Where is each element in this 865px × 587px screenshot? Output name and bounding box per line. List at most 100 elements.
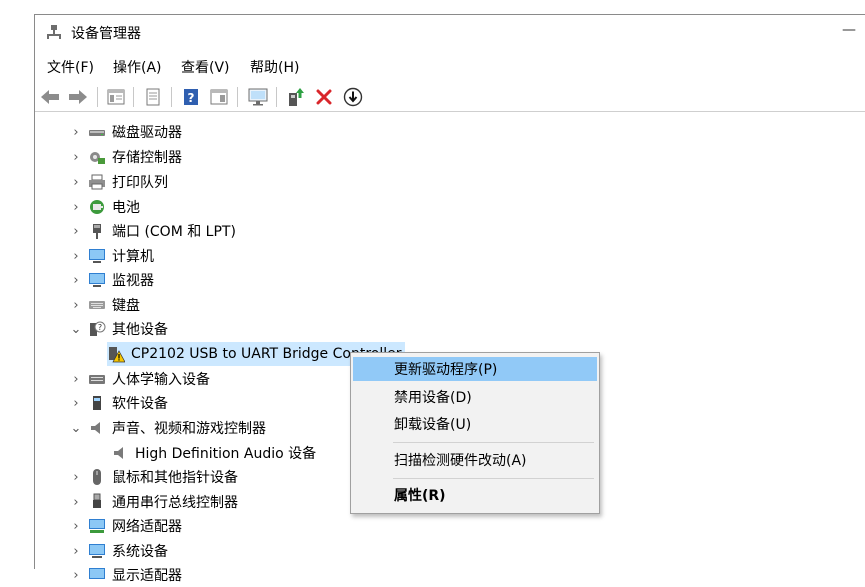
chevron-right-icon[interactable]: › bbox=[69, 224, 83, 239]
chevron-right-icon[interactable]: › bbox=[69, 470, 83, 485]
tree-item-keyboards[interactable]: › 键盘 bbox=[69, 293, 140, 317]
tree-item-system-devices[interactable]: › 系统设备 bbox=[69, 539, 168, 563]
tree-item-label: 打印队列 bbox=[112, 175, 168, 191]
context-menu: 更新驱动程序(P) 禁用设备(D) 卸载设备(U) 扫描检测硬件改动(A) 属性… bbox=[350, 352, 600, 514]
tree-item-network-adapters[interactable]: › 网络适配器 bbox=[69, 514, 182, 538]
network-adapter-icon bbox=[88, 517, 106, 535]
menu-item-disable-device[interactable]: 禁用设备(D) bbox=[353, 385, 597, 409]
toolbar-separator bbox=[276, 87, 277, 107]
show-hide-tree-icon[interactable] bbox=[105, 86, 127, 108]
tree-item-batteries[interactable]: › 电池 bbox=[69, 195, 140, 219]
menu-action[interactable]: 操作(A) bbox=[113, 57, 162, 77]
tree-item-computer[interactable]: › 计算机 bbox=[69, 244, 154, 268]
chevron-right-icon[interactable]: › bbox=[69, 568, 83, 583]
chevron-right-icon[interactable]: › bbox=[69, 249, 83, 264]
chevron-right-icon[interactable]: › bbox=[69, 544, 83, 559]
tree-item-label: 通用串行总线控制器 bbox=[112, 495, 238, 511]
chevron-right-icon[interactable]: › bbox=[69, 125, 83, 140]
menu-item-label: 扫描检测硬件改动(A) bbox=[394, 453, 527, 469]
scan-monitor-icon[interactable] bbox=[247, 86, 269, 108]
tree-item-label: 监视器 bbox=[112, 273, 154, 289]
tree-item-label: 计算机 bbox=[112, 249, 154, 265]
chevron-right-icon[interactable]: › bbox=[69, 495, 83, 510]
chevron-right-icon[interactable]: › bbox=[69, 396, 83, 411]
tree-item-label: 软件设备 bbox=[112, 396, 168, 412]
menu-item-label: 属性(R) bbox=[394, 488, 446, 504]
update-driver-icon[interactable] bbox=[285, 86, 307, 108]
usb-icon bbox=[88, 493, 106, 511]
toolbar-separator bbox=[237, 87, 238, 107]
tree-item-mice[interactable]: › 鼠标和其他指针设备 bbox=[69, 465, 238, 489]
menu-item-label: 卸载设备(U) bbox=[394, 417, 472, 433]
hid-icon bbox=[88, 370, 106, 388]
chevron-right-icon[interactable]: › bbox=[69, 150, 83, 165]
forward-arrow-icon[interactable] bbox=[67, 86, 89, 108]
minimize-button[interactable]: — bbox=[842, 22, 856, 38]
disk-drive-icon bbox=[88, 123, 106, 141]
tree-item-sound-video[interactable]: ⌄ 声音、视频和游戏控制器 bbox=[69, 416, 266, 440]
storage-controller-icon bbox=[88, 148, 106, 166]
unknown-device-icon: ? bbox=[88, 320, 106, 338]
monitor-icon bbox=[88, 271, 106, 289]
uninstall-x-icon[interactable] bbox=[313, 86, 335, 108]
tree-item-label: 声音、视频和游戏控制器 bbox=[112, 421, 266, 437]
battery-icon bbox=[88, 198, 106, 216]
tree-item-ports[interactable]: › 端口 (COM 和 LPT) bbox=[69, 219, 236, 243]
tree-item-label: 磁盘驱动器 bbox=[112, 125, 182, 141]
tree-item-hd-audio[interactable]: High Definition Audio 设备 bbox=[111, 441, 316, 465]
help-icon[interactable]: ? bbox=[180, 86, 202, 108]
tree-item-display-adapters[interactable]: › 显示适配器 bbox=[69, 563, 182, 587]
tree-item-label: 端口 (COM 和 LPT) bbox=[112, 224, 236, 240]
tree-item-usb-controllers[interactable]: › 通用串行总线控制器 bbox=[69, 490, 238, 514]
tree-item-label: 显示适配器 bbox=[112, 568, 182, 584]
speaker-icon bbox=[111, 444, 129, 462]
menu-item-label: 禁用设备(D) bbox=[394, 390, 472, 406]
mouse-icon bbox=[88, 468, 106, 486]
keyboard-icon bbox=[88, 296, 106, 314]
tree-item-label: 存储控制器 bbox=[112, 150, 182, 166]
tree-item-label: 网络适配器 bbox=[112, 519, 182, 535]
tree-item-label: 电池 bbox=[112, 200, 140, 216]
chevron-right-icon[interactable]: › bbox=[69, 519, 83, 534]
tree-item-monitors[interactable]: › 监视器 bbox=[69, 268, 154, 292]
toolbar-separator bbox=[97, 87, 98, 107]
disable-down-icon[interactable] bbox=[342, 86, 364, 108]
menu-item-properties[interactable]: 属性(R) bbox=[353, 483, 597, 507]
back-arrow-icon[interactable] bbox=[39, 86, 61, 108]
warning-device-icon bbox=[107, 345, 125, 363]
tree-item-software-devices[interactable]: › 软件设备 bbox=[69, 391, 168, 415]
tree-item-label: 鼠标和其他指针设备 bbox=[112, 470, 238, 486]
properties-icon[interactable] bbox=[142, 86, 164, 108]
chevron-right-icon[interactable]: › bbox=[69, 273, 83, 288]
chevron-down-icon[interactable]: ⌄ bbox=[69, 421, 83, 436]
menu-help[interactable]: 帮助(H) bbox=[250, 57, 299, 77]
computer-icon bbox=[88, 247, 106, 265]
tree-item-storage-controllers[interactable]: › 存储控制器 bbox=[69, 145, 182, 169]
view-panel-icon[interactable] bbox=[208, 86, 230, 108]
software-device-icon bbox=[88, 394, 106, 412]
device-manager-icon bbox=[46, 24, 62, 40]
chevron-down-icon[interactable]: ⌄ bbox=[69, 322, 83, 337]
chevron-right-icon[interactable]: › bbox=[69, 200, 83, 215]
tree-item-label: High Definition Audio 设备 bbox=[135, 446, 317, 462]
title-bar: 设备管理器 — bbox=[35, 15, 865, 51]
menu-item-update-driver[interactable]: 更新驱动程序(P) bbox=[353, 357, 597, 381]
tree-item-other-devices[interactable]: ⌄ ? 其他设备 bbox=[69, 317, 168, 341]
menu-file[interactable]: 文件(F) bbox=[47, 57, 94, 77]
menu-view[interactable]: 查看(V) bbox=[181, 57, 230, 77]
window-title: 设备管理器 bbox=[71, 26, 141, 42]
menu-item-scan-hardware[interactable]: 扫描检测硬件改动(A) bbox=[353, 448, 597, 472]
system-device-icon bbox=[88, 542, 106, 560]
chevron-right-icon[interactable]: › bbox=[69, 175, 83, 190]
port-icon bbox=[88, 222, 106, 240]
chevron-right-icon[interactable]: › bbox=[69, 298, 83, 313]
speaker-icon bbox=[88, 419, 106, 437]
menu-item-uninstall-device[interactable]: 卸载设备(U) bbox=[353, 412, 597, 436]
tree-item-hid[interactable]: › 人体学输入设备 bbox=[69, 367, 210, 391]
chevron-right-icon[interactable]: › bbox=[69, 372, 83, 387]
tree-item-label: 系统设备 bbox=[112, 544, 168, 560]
menu-item-label: 更新驱动程序(P) bbox=[394, 362, 498, 378]
display-adapter-icon bbox=[88, 566, 106, 584]
tree-item-disk-drives[interactable]: › 磁盘驱动器 bbox=[69, 120, 182, 144]
tree-item-print-queues[interactable]: › 打印队列 bbox=[69, 170, 168, 194]
